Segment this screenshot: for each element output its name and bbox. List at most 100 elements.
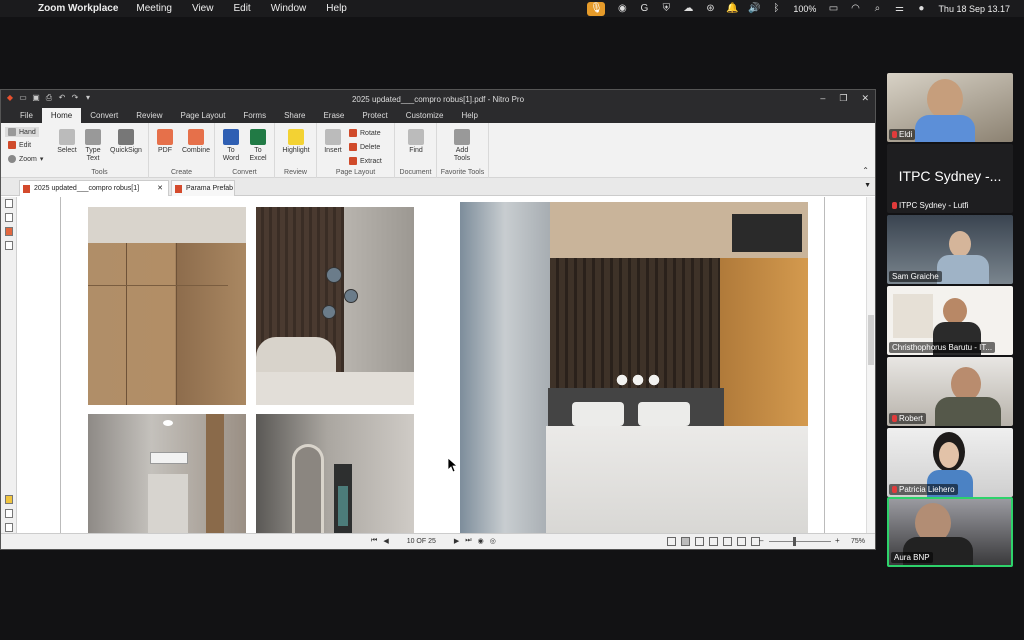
zoom-level[interactable]: 75% [851, 538, 865, 545]
back-view-icon[interactable]: ◉ [478, 537, 484, 545]
quicksign-button[interactable]: QuickSign [107, 129, 145, 155]
menu-view[interactable]: View [192, 3, 214, 14]
wifi-icon[interactable]: ◠ [844, 3, 866, 14]
facing-continuous-icon[interactable] [709, 537, 718, 546]
spotlight-icon[interactable]: ⌕ [866, 3, 888, 14]
single-page-view-icon[interactable] [667, 537, 676, 546]
tab-page-layout[interactable]: Page Layout [171, 108, 234, 123]
vpn-icon[interactable]: ⊛ [699, 3, 721, 14]
participant-tile-sam[interactable]: Sam Graiche [887, 215, 1013, 284]
zoom-slider[interactable]: – + [759, 536, 840, 546]
comments-panel-icon[interactable] [5, 227, 13, 236]
document-view[interactable] [18, 197, 867, 535]
menu-help[interactable]: Help [326, 3, 347, 14]
tab-convert[interactable]: Convert [81, 108, 127, 123]
tab-forms[interactable]: Forms [234, 108, 275, 123]
siri-icon[interactable]: ● [910, 3, 932, 14]
combine-button[interactable]: Combine [179, 129, 213, 155]
pages-panel-icon[interactable] [5, 199, 13, 208]
participant-name-text: Christhophorus Barutu - IT... [892, 343, 993, 352]
minimize-icon[interactable]: – [820, 93, 825, 104]
zoom-tool-button[interactable]: Zoom ▾ [8, 155, 43, 163]
rotate-button[interactable]: Rotate [349, 129, 381, 137]
tab-erase[interactable]: Erase [314, 108, 353, 123]
menu-edit[interactable]: Edit [233, 3, 250, 14]
extract-button[interactable]: Extract [349, 157, 382, 165]
prev-page-icon[interactable]: ◀ [383, 537, 388, 545]
continuous-view-icon[interactable] [681, 537, 690, 546]
app-menu[interactable]: Zoom Workplace [38, 3, 118, 14]
bookmarks-panel-icon[interactable] [5, 213, 13, 222]
tab-review[interactable]: Review [127, 108, 171, 123]
next-page-icon[interactable]: ▶ [454, 537, 459, 545]
participant-tile-itpc[interactable]: ITPC Sydney -... ITPC Sydney - Lutfi [887, 144, 1013, 213]
participant-tile-patricia[interactable]: Patricia Liehero [887, 428, 1013, 497]
type-text-button[interactable]: Type Text [81, 129, 105, 163]
pen-icon [118, 129, 134, 145]
signatures-icon[interactable] [5, 509, 13, 518]
zoom-in-icon[interactable]: + [835, 536, 840, 545]
tab-protect[interactable]: Protect [353, 108, 396, 123]
tab-list-icon[interactable]: ▼ [864, 182, 871, 189]
forward-view-icon[interactable]: ◎ [490, 537, 496, 545]
participant-tile-robert[interactable]: Robert [887, 357, 1013, 426]
microphone-icon[interactable]: 🎙 [587, 1, 606, 16]
to-word-button[interactable]: To Word [219, 129, 243, 163]
pdf-button[interactable]: PDF [153, 129, 177, 155]
close-icon[interactable]: ✕ [861, 93, 869, 104]
highlight-label: Highlight [282, 147, 310, 154]
edit-tool-button[interactable]: Edit [8, 141, 31, 149]
doc-tab-compro[interactable]: 2025 updated___compro robus[1] ✕ [19, 180, 169, 196]
tab-home[interactable]: Home [41, 108, 82, 123]
to-excel-label: To Excel [249, 147, 267, 162]
highlight-button[interactable]: Highlight [277, 129, 315, 155]
participant-name-text: Aura BNP [894, 553, 930, 562]
collapse-ribbon-icon[interactable]: ⌃ [862, 166, 869, 175]
delete-button[interactable]: Delete [349, 143, 380, 151]
to-excel-button[interactable]: To Excel [246, 129, 270, 163]
notes-icon[interactable] [5, 495, 13, 504]
tab-share[interactable]: Share [275, 108, 314, 123]
ribbon-tabs: File Home Convert Review Page Layout For… [1, 108, 875, 123]
battery-icon[interactable]: ▭ [822, 3, 844, 14]
group-review: Highlight Review [275, 123, 317, 178]
notification-icon[interactable]: 🔔 [721, 3, 743, 14]
find-button[interactable]: Find [403, 129, 429, 155]
restore-icon[interactable]: ❐ [839, 93, 847, 104]
insert-button[interactable]: Insert [321, 129, 345, 155]
volume-icon[interactable]: 🔊 [743, 3, 765, 14]
shield-icon[interactable]: ⛨ [655, 3, 677, 14]
cloud-icon[interactable]: ☁ [677, 3, 699, 14]
tab-file[interactable]: File [11, 108, 42, 123]
select-button[interactable]: Select [54, 129, 80, 155]
doc-tab-parama[interactable]: Parama Prefab [171, 180, 235, 196]
tab-help[interactable]: Help [453, 108, 487, 123]
control-center-icon[interactable]: ⚌ [888, 3, 910, 14]
zoom-out-icon[interactable]: – [759, 536, 763, 545]
fit-page-icon[interactable] [723, 537, 732, 546]
zoom-status-icon[interactable]: ◉ [611, 3, 633, 14]
add-tools-button[interactable]: Add Tools [449, 129, 475, 163]
menu-window[interactable]: Window [271, 3, 307, 14]
menu-meeting[interactable]: Meeting [136, 3, 172, 14]
tab-customize[interactable]: Customize [397, 108, 453, 123]
participant-tile-eldi[interactable]: Eldi [887, 73, 1013, 142]
vertical-scrollbar[interactable] [866, 197, 875, 534]
page-indicator[interactable]: 10 OF 25 [407, 538, 436, 545]
first-page-icon[interactable]: ⏮ [371, 537, 377, 545]
facing-view-icon[interactable] [695, 537, 704, 546]
hand-tool-button[interactable]: Hand [5, 127, 39, 137]
scroll-thumb[interactable] [868, 315, 874, 365]
participant-tile-christhophorus[interactable]: Christhophorus Barutu - IT... [887, 286, 1013, 355]
edit-icon [8, 141, 16, 149]
fit-width-icon[interactable] [737, 537, 746, 546]
grammarly-icon[interactable]: G [633, 3, 655, 14]
zoom-slider-thumb[interactable] [793, 537, 796, 546]
clock[interactable]: Thu 18 Sep 13.17 [938, 4, 1010, 14]
last-page-icon[interactable]: ⏭ [465, 537, 471, 545]
attachments-panel-icon[interactable] [5, 241, 13, 250]
bluetooth-icon[interactable]: ᛒ [765, 3, 787, 14]
output-icon[interactable] [5, 523, 13, 532]
participant-tile-aura[interactable]: Aura BNP [887, 497, 1013, 567]
close-tab-icon[interactable]: ✕ [157, 181, 163, 197]
